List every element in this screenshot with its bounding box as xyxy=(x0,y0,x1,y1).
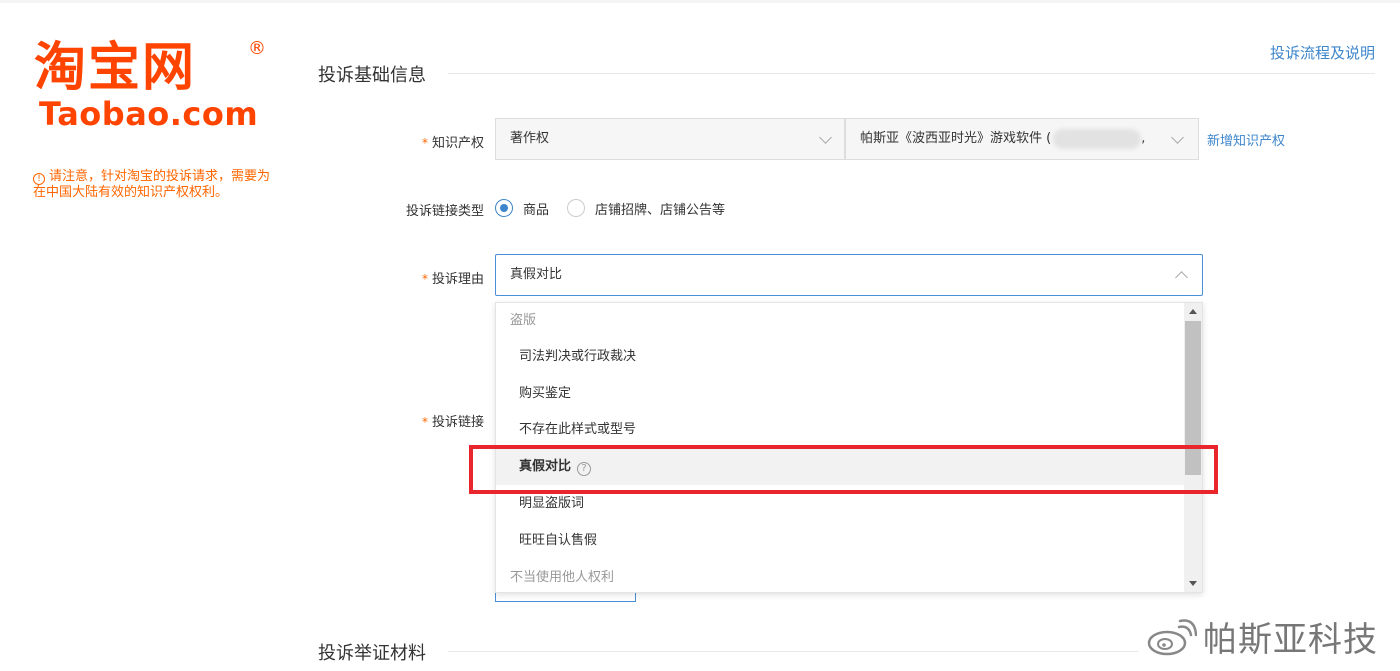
complaint-link-label: * 投诉链接 xyxy=(421,415,484,430)
registered-mark: ® xyxy=(248,38,266,59)
ip-notice: ! 请注意，针对淘宝的投诉请求，需要为在中国大陆有效的知识产权权利。 xyxy=(33,169,273,201)
section-divider xyxy=(448,651,1138,652)
dropdown-item[interactable]: 购买鉴定 xyxy=(496,376,1184,412)
link-type-label: 投诉链接类型 xyxy=(405,204,484,219)
dropdown-group-piracy: 盗版 xyxy=(510,313,537,328)
ip-type-select[interactable]: 著作权 xyxy=(495,118,845,160)
radio-option-shop[interactable]: 店铺招牌、店铺公告等 xyxy=(567,199,725,218)
section-title-basic-info: 投诉基础信息 xyxy=(318,65,426,86)
link-type-radio-group: 商品 店铺招牌、店铺公告等 xyxy=(495,198,743,218)
scroll-up-arrow-icon[interactable] xyxy=(1189,309,1197,314)
section-title-evidence: 投诉举证材料 xyxy=(318,643,426,664)
red-highlight-annotation xyxy=(469,445,1218,494)
notice-text: 请注意，针对淘宝的投诉请求，需要为在中国大陆有效的知识产权权利。 xyxy=(33,169,271,200)
taobao-logo[interactable]: 淘宝网 ® Taobao.com xyxy=(34,38,274,138)
dropdown-item[interactable]: 旺旺自认售假 xyxy=(496,523,1184,559)
scroll-down-arrow-icon[interactable] xyxy=(1189,581,1197,586)
chevron-down-icon xyxy=(1171,131,1184,144)
dropdown-item[interactable]: 司法判决或行政裁决 xyxy=(496,339,1184,375)
ip-label: * 知识产权 xyxy=(421,136,484,151)
section-divider xyxy=(448,73,1375,74)
weibo-watermark: 帕斯亚科技 xyxy=(1145,612,1378,661)
top-border xyxy=(0,0,1400,3)
reason-label: * 投诉理由 xyxy=(421,272,484,287)
weibo-icon xyxy=(1145,617,1198,657)
radio-unchecked-icon[interactable] xyxy=(567,199,586,217)
dropdown-group-rights: 不当使用他人权利 xyxy=(510,570,615,585)
dropdown-item[interactable]: 不存在此样式或型号 xyxy=(496,412,1184,448)
required-mark: * xyxy=(421,136,428,150)
logo-english-text: Taobao.com xyxy=(39,95,259,133)
reason-select[interactable]: 真假对比 xyxy=(495,254,1203,296)
required-mark: * xyxy=(421,415,428,429)
ip-type-value: 著作权 xyxy=(510,131,550,146)
logo-chinese-text: 淘宝网 xyxy=(34,38,197,98)
required-mark: * xyxy=(421,272,428,286)
add-ip-link[interactable]: 新增知识产权 xyxy=(1207,130,1285,149)
chevron-up-icon xyxy=(1175,271,1188,284)
radio-option-product[interactable]: 商品 xyxy=(495,199,549,218)
warning-icon: ! xyxy=(33,173,45,185)
reason-value: 真假对比 xyxy=(510,267,563,282)
ip-right-select[interactable]: 帕斯亚《波西亚时光》游戏软件 (, xyxy=(845,118,1199,160)
watermark-text: 帕斯亚科技 xyxy=(1203,620,1378,660)
chevron-down-icon xyxy=(819,131,832,144)
complaint-process-link[interactable]: 投诉流程及说明 xyxy=(1270,42,1375,63)
blurred-redaction xyxy=(1053,128,1142,149)
radio-checked-icon[interactable] xyxy=(495,199,513,217)
ip-right-value: 帕斯亚《波西亚时光》游戏软件 ( xyxy=(860,131,1052,146)
